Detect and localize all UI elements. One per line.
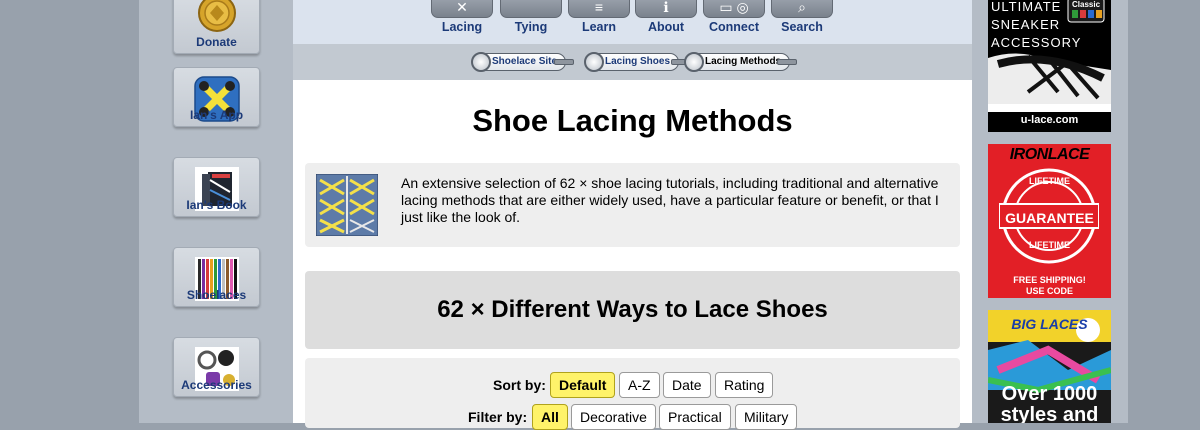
tab-lacing[interactable]: ✕ Lacing <box>430 0 494 36</box>
tab-label: Lacing <box>441 20 483 34</box>
breadcrumb-tail <box>777 59 797 65</box>
lacing-diagram-icon <box>316 174 378 236</box>
ad-promo-text: FREE SHIPPING! USE CODE "PROFSHOELACE" <box>988 275 1111 298</box>
tab-learn[interactable]: ≡ Learn <box>567 0 631 36</box>
tab-connect[interactable]: ▭ ◎ Connect <box>702 0 766 36</box>
learn-icon: ≡ <box>568 0 630 18</box>
ironlace-logo: IRONLACE <box>1009 146 1090 163</box>
ad-big-laces[interactable]: BIG LACES Over 1000 styles and <box>988 310 1111 423</box>
breadcrumb: Shoelace Site Lacing Shoes Lacing Method… <box>293 44 972 80</box>
ad-line: Over 1000 <box>1001 383 1098 405</box>
tab-label: About <box>647 20 685 34</box>
ad-u-lace[interactable]: ULTIMATE SNEAKER ACCESSORY Classic u-lac… <box>988 0 1111 132</box>
ad-line: ACCESSORY <box>991 35 1082 50</box>
ad-badge: Classic <box>1072 0 1101 9</box>
filter-decorative-button[interactable]: Decorative <box>571 404 656 430</box>
about-icon: ℹ <box>635 0 697 18</box>
seal-ring-bottom: LIFETIME <box>1029 240 1070 250</box>
filter-practical-button[interactable]: Practical <box>659 404 731 430</box>
ad-ironlace[interactable]: IRONLACE LIFETIME GUARANTEE LIFETIME FRE… <box>988 144 1111 298</box>
sort-az-button[interactable]: A-Z <box>619 372 660 398</box>
sidebar-item-label: Ian's App <box>189 108 244 122</box>
filter-military-button[interactable]: Military <box>735 404 798 430</box>
methods-banner: 62 × Different Ways to Lace Shoes <box>305 271 960 349</box>
ad-line: USE CODE "PROFSHOELACE" <box>1008 286 1092 298</box>
sidebar-item-label: Accessories <box>181 378 252 392</box>
sort-date-button[interactable]: Date <box>663 372 711 398</box>
sidebar-item-donate[interactable]: Donate <box>173 0 260 54</box>
breadcrumb-knob-icon <box>584 52 604 72</box>
ad-line: styles and <box>1000 404 1099 424</box>
sort-filter-controls: Sort by: Default A-Z Date Rating Filter … <box>305 358 960 430</box>
sort-default-button[interactable]: Default <box>550 372 616 398</box>
filter-all-button[interactable]: All <box>532 404 568 430</box>
tab-label: Search <box>781 20 823 34</box>
sort-rating-button[interactable]: Rating <box>715 372 774 398</box>
sidebar-item-label: Ian's Book <box>186 198 247 212</box>
right-sidebar-ads: ULTIMATE SNEAKER ACCESSORY Classic u-lac… <box>972 0 1128 423</box>
big-laces-logo: BIG LACES <box>1011 316 1088 332</box>
sidebar-item-ians-app[interactable]: Ian's App <box>173 67 260 127</box>
ad-text-block: ULTIMATE SNEAKER ACCESSORY <box>991 0 1081 52</box>
sidebar-item-label: Donate <box>196 35 237 49</box>
sort-label: Sort by: <box>493 377 546 393</box>
sidebar-item-ians-book[interactable]: Ian's Book <box>173 157 260 217</box>
page-title: Shoe Lacing Methods <box>472 103 793 138</box>
tab-label: Connect <box>709 20 759 34</box>
tying-icon <box>500 0 562 18</box>
lacing-icon: ✕ <box>431 0 493 18</box>
tab-label: Learn <box>581 20 617 34</box>
tab-label: Tying <box>514 20 548 34</box>
breadcrumb-knob-icon <box>471 52 491 72</box>
search-icon: ⌕ <box>771 0 833 18</box>
connect-icon: ▭ ◎ <box>703 0 765 18</box>
methods-heading: 62 × Different Ways to Lace Shoes <box>437 296 828 323</box>
top-navigation: ✕ Lacing Tying ≡ Learn ℹ About ▭ ◎ Conne… <box>293 0 972 44</box>
ad-line: ULTIMATE <box>991 0 1062 14</box>
tab-about[interactable]: ℹ About <box>634 0 698 36</box>
seal-center: GUARANTEE <box>1005 210 1094 226</box>
ad-line: FREE SHIPPING! <box>1013 275 1086 285</box>
sidebar-item-shoelaces[interactable]: Shoelaces <box>173 247 260 307</box>
intro-text: An extensive selection of 62 × shoe laci… <box>401 175 939 225</box>
left-sidebar: Donate Ian's App Ian's Book Shoelaces Ac… <box>139 0 293 423</box>
ad-footer: u-lace.com <box>1020 114 1079 126</box>
breadcrumb-knob-icon <box>684 52 704 72</box>
tab-search[interactable]: ⌕ Search <box>770 0 834 36</box>
sidebar-item-accessories[interactable]: Accessories <box>173 337 260 397</box>
breadcrumb-tail <box>554 59 574 65</box>
ad-line: SNEAKER <box>991 17 1061 32</box>
ad-promo-text: Over 1000 styles and <box>988 383 1111 424</box>
tab-tying[interactable]: Tying <box>499 0 563 36</box>
intro-box: An extensive selection of 62 × shoe laci… <box>305 163 960 247</box>
seal-ring-top: LIFETIME <box>1029 176 1070 186</box>
sidebar-item-label: Shoelaces <box>186 288 247 302</box>
main-content: ✕ Lacing Tying ≡ Learn ℹ About ▭ ◎ Conne… <box>293 0 972 430</box>
